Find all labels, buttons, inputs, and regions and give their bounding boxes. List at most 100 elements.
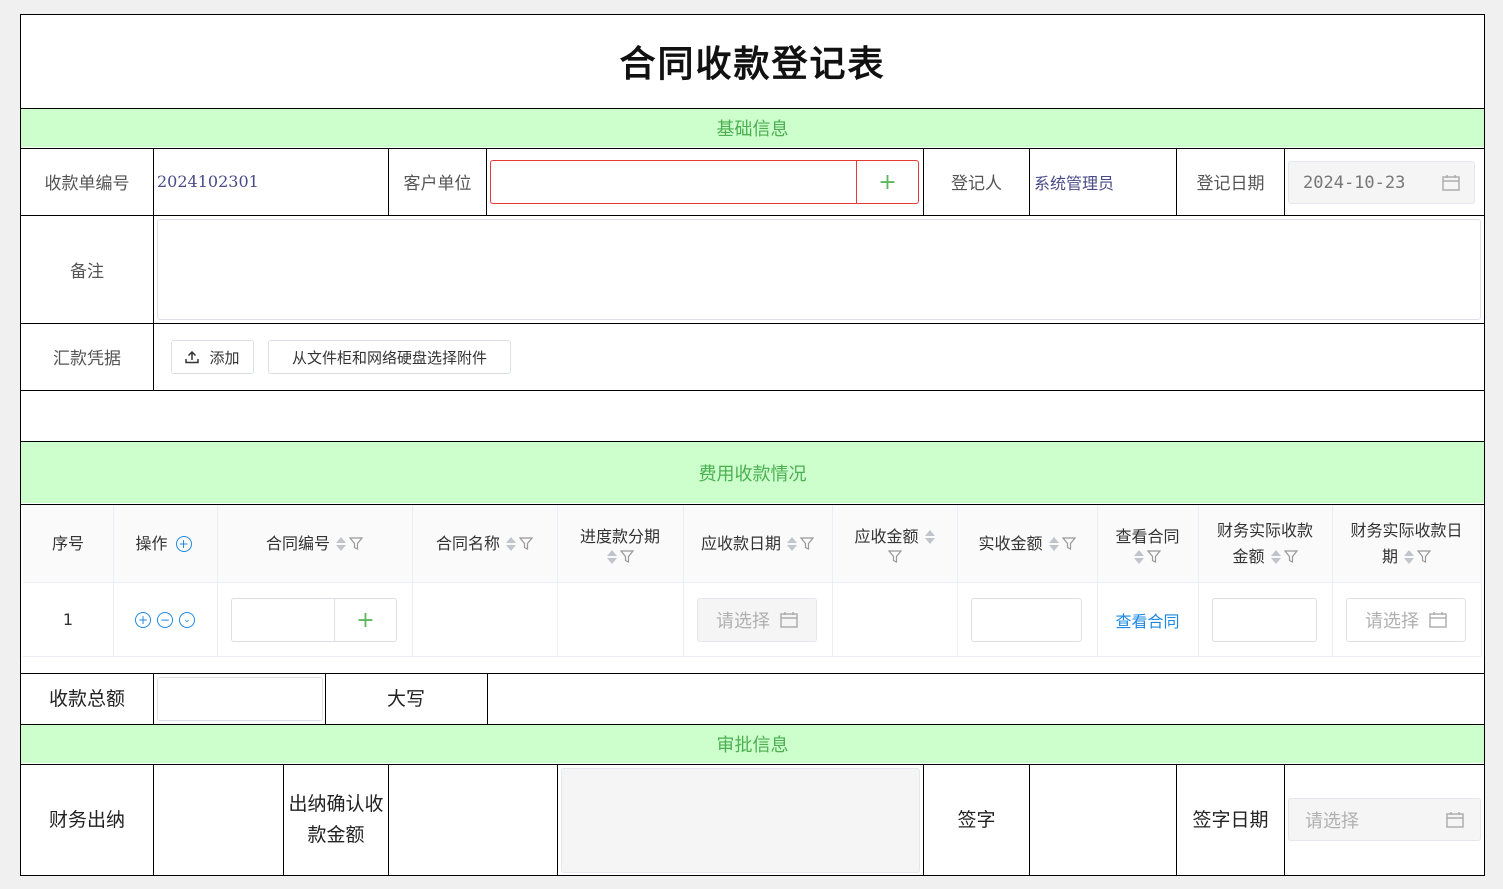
grid-line [683,505,684,656]
col-fin-date[interactable]: 财务实际收款日 期 [1332,505,1481,582]
sort-icon[interactable] [606,549,617,564]
registrant-value: 系统管理员 [1034,173,1115,193]
border [1029,764,1030,875]
chevron-down-circle-icon[interactable]: ⌄ [179,611,195,628]
section-header-basic: 基础信息 [21,109,1484,147]
col-installment[interactable]: 进度款分期 [557,505,683,582]
fee-table: 序号 操作 + 合同编号 合同名称 进度款分期 应收款日期 应收金额 实收金额 [21,505,1484,672]
plus-icon: + [356,607,375,633]
border [923,764,924,875]
sort-icon[interactable] [1134,549,1144,564]
col-contract-no[interactable]: 合同编号 [217,505,412,582]
add-attachment-label: 添加 [209,348,240,367]
border [923,148,924,215]
row-seq: 1 [62,610,74,629]
plus-circle-icon[interactable]: + [175,535,192,552]
due-date-picker[interactable]: 请选择 [697,598,817,642]
customer-input[interactable] [490,160,857,204]
filter-icon[interactable] [349,537,363,550]
grid-line [23,582,1481,583]
grid-line [557,505,558,656]
section-header-approval: 审批信息 [21,725,1484,763]
border [20,504,1485,505]
plus-icon: + [878,169,897,195]
filter-icon[interactable] [619,550,634,563]
actual-amount-input[interactable] [971,598,1082,642]
fin-date-picker[interactable]: 请选择 [1346,598,1466,642]
calendar-icon [1442,174,1460,191]
sign-date-label: 签字日期 [1192,808,1269,831]
minus-circle-icon[interactable]: − [157,611,173,628]
border [153,764,154,875]
grid-line [832,505,833,656]
sort-icon[interactable] [336,536,346,551]
sort-icon[interactable] [787,536,797,551]
sort-icon[interactable] [1048,536,1059,551]
border [1176,764,1177,875]
col-due-amount[interactable]: 应收金额 [832,505,957,582]
plus-circle-icon[interactable]: + [135,611,151,628]
grid-line [412,505,413,656]
receipt-no-label: 收款单编号 [44,174,130,194]
grid-line [23,656,1481,657]
customer-add-button[interactable]: + [856,160,919,204]
contract-no-input[interactable] [231,598,335,642]
reg-date-label: 登记日期 [1196,174,1265,194]
border [153,215,154,390]
fin-amount-input[interactable] [1212,598,1317,642]
choose-attachment-button[interactable]: 从文件柜和网络硬盘选择附件 [268,340,511,374]
border [20,14,1485,15]
border [487,673,488,724]
border [388,764,389,875]
view-contract-link[interactable]: 查看合同 [1097,583,1198,656]
filter-icon[interactable] [1147,550,1161,563]
border [1484,14,1485,876]
customer-label: 客户单位 [403,174,472,194]
reg-date-input[interactable]: 2024-10-23 [1288,161,1475,204]
border [153,148,154,215]
due-date-placeholder: 请选择 [716,611,770,632]
border [1284,764,1285,875]
fin-date-placeholder: 请选择 [1365,611,1419,632]
border [20,108,1485,109]
sign-date-picker[interactable]: 请选择 [1288,798,1481,841]
sort-icon[interactable] [924,530,935,544]
col-due-date[interactable]: 应收款日期 [683,505,832,582]
border [1284,148,1285,215]
border [153,673,154,724]
col-op: 操作 + [113,505,217,582]
sign-date-placeholder: 请选择 [1305,810,1359,832]
cashier-value [154,765,283,875]
sort-icon[interactable] [1404,549,1414,564]
border [1176,148,1177,215]
confirm-amount-label: 出纳确认收 款金额 [288,793,384,846]
filter-icon[interactable] [887,550,902,563]
upload-icon [185,350,200,364]
filter-icon[interactable] [519,537,533,550]
sort-icon[interactable] [1270,549,1281,564]
col-actual-amount[interactable]: 实收金额 [957,505,1097,582]
filter-icon[interactable] [1283,550,1298,563]
contract-no-add-button[interactable]: + [334,598,397,642]
filter-icon[interactable] [1061,537,1076,550]
upper-label: 大写 [386,687,425,710]
border [388,148,389,215]
total-input[interactable] [157,677,323,721]
grid-line [217,505,218,656]
remark-textarea[interactable] [157,219,1481,320]
confirm-amount-value [389,765,557,875]
border [20,390,1485,391]
col-fin-amount[interactable]: 财务实际收款 金额 [1198,505,1332,582]
add-attachment-button[interactable]: 添加 [171,340,254,374]
total-label: 收款总额 [48,687,125,710]
approval-comment-box[interactable] [561,768,920,873]
filter-icon[interactable] [800,537,814,550]
border [20,724,1485,725]
voucher-label: 汇款凭据 [53,349,121,369]
col-contract-name[interactable]: 合同名称 [412,505,557,582]
col-view-contract[interactable]: 查看合同 [1097,505,1198,582]
filter-icon[interactable] [1417,550,1431,563]
border [557,764,558,875]
border [20,215,1485,216]
sort-icon[interactable] [506,536,516,551]
